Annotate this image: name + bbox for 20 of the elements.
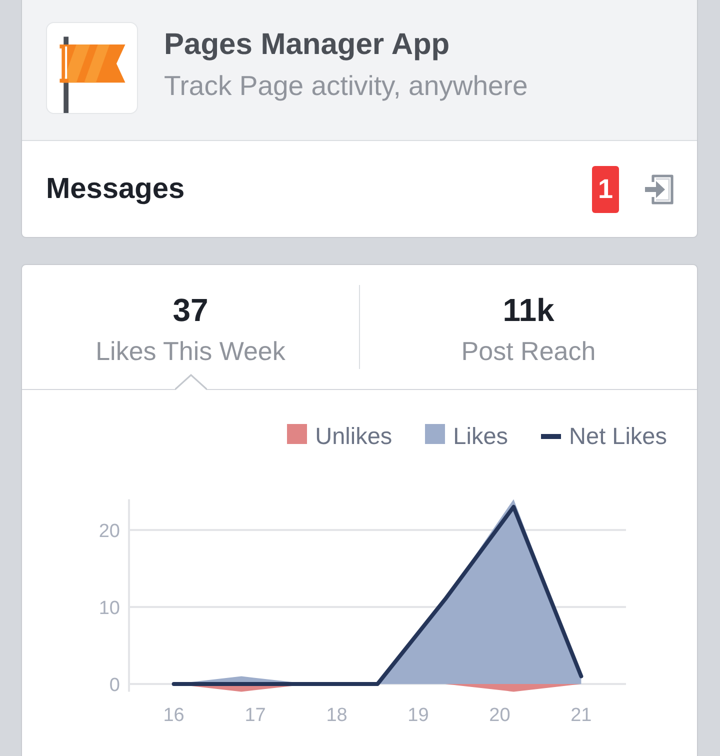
- messages-label: Messages: [46, 172, 186, 206]
- legend-label: Net Likes: [569, 424, 667, 448]
- legend-label: Unlikes: [315, 424, 392, 448]
- app-subtitle: Track Page activity, anywhere: [164, 70, 528, 102]
- axis-label: 19: [408, 705, 429, 726]
- axis-label: 17: [244, 705, 266, 726]
- flag-icon: [46, 22, 138, 114]
- axis-label: 0: [109, 675, 120, 696]
- axis-label: 16: [163, 705, 184, 726]
- notification-badge: 1: [592, 166, 619, 212]
- stat-tab[interactable]: 37 Likes This Week: [22, 265, 359, 389]
- app-title: Pages Manager App: [164, 28, 451, 62]
- axis-label: 20: [98, 521, 120, 542]
- axis-label: 10: [98, 598, 120, 619]
- login-icon[interactable]: [643, 172, 675, 206]
- axis-label: 18: [326, 705, 348, 726]
- axis-label: 20: [489, 705, 510, 726]
- legend-label: Likes: [453, 424, 508, 448]
- stat-tab[interactable]: 11k Post Reach: [360, 265, 697, 389]
- axis-label: 21: [570, 705, 592, 726]
